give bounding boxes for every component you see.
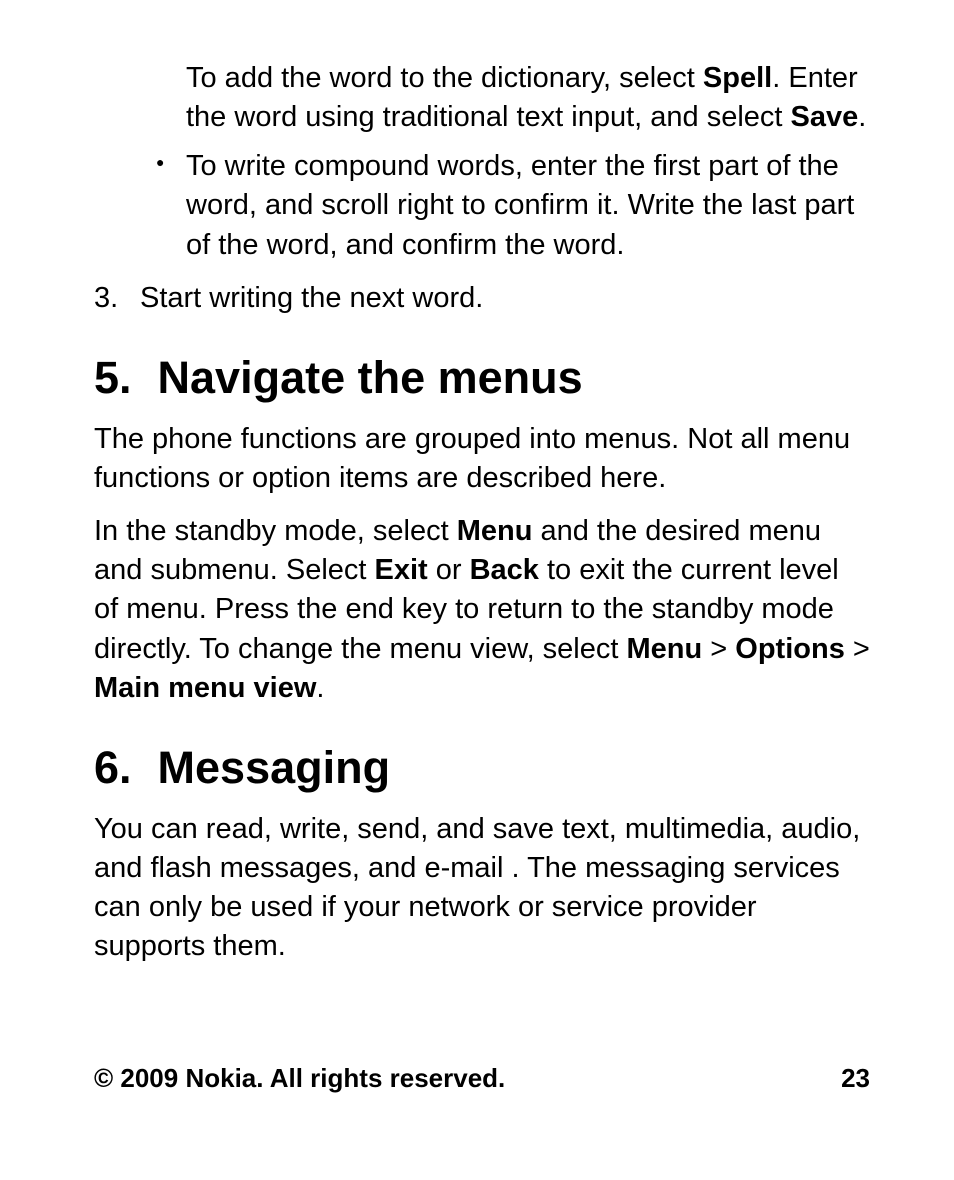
section6-paragraph-1: You can read, write, send, and save text… (94, 810, 870, 967)
bullet-text: To write compound words, enter the first… (186, 147, 870, 264)
text-run: > (845, 633, 870, 665)
heading-navigate-menus: 5. Navigate the menus (94, 352, 870, 404)
bold-menu-2: Menu (627, 633, 703, 665)
dictionary-paragraph: To add the word to the dictionary, selec… (186, 59, 870, 137)
heading-title: Navigate the menus (158, 352, 583, 404)
step-text: Start writing the next word. (140, 279, 483, 318)
section5-paragraph-2: In the standby mode, select Menu and the… (94, 512, 870, 708)
step-3: 3. Start writing the next word. (94, 279, 870, 318)
page-footer: © 2009 Nokia. All rights reserved. 23 (94, 1063, 870, 1094)
heading-number: 6. (94, 742, 132, 794)
text-run: In the standby mode, select (94, 515, 457, 547)
heading-number: 5. (94, 352, 132, 404)
heading-title: Messaging (158, 742, 391, 794)
heading-messaging: 6. Messaging (94, 742, 870, 794)
text-run: or (428, 554, 470, 586)
top-continuation-block: To add the word to the dictionary, selec… (156, 59, 870, 265)
copyright-text: © 2009 Nokia. All rights reserved. (94, 1063, 505, 1094)
text-run: . (858, 101, 866, 133)
text-run: > (702, 633, 735, 665)
bold-main-menu-view: Main menu view (94, 672, 316, 704)
section5-paragraph-1: The phone functions are grouped into men… (94, 420, 870, 498)
text-run: . (316, 672, 324, 704)
bold-options: Options (735, 633, 845, 665)
bold-save: Save (791, 101, 859, 133)
bold-menu: Menu (457, 515, 533, 547)
page-number: 23 (841, 1063, 870, 1094)
step-number: 3. (94, 279, 140, 318)
compound-words-bullet: To write compound words, enter the first… (156, 147, 870, 264)
document-page: To add the word to the dictionary, selec… (0, 0, 954, 1180)
bold-spell: Spell (703, 62, 772, 94)
text-run: To add the word to the dictionary, selec… (186, 62, 703, 94)
bullet-icon (156, 147, 186, 181)
bold-exit: Exit (375, 554, 428, 586)
bold-back: Back (470, 554, 539, 586)
